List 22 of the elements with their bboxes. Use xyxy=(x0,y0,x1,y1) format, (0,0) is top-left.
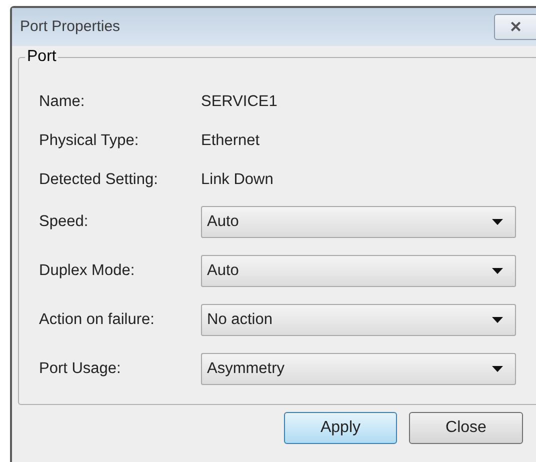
field-label: Physical Type: xyxy=(39,131,140,152)
field-label: Speed: xyxy=(39,212,90,232)
window-title: Port Properties xyxy=(20,16,120,37)
field-value: Ethernet xyxy=(201,131,260,152)
field-label: Action on failure: xyxy=(39,310,156,330)
dropdown-arrow-icon xyxy=(492,219,503,225)
dropdown-arrow-icon xyxy=(492,366,503,372)
dialog-button[interactable]: Apply xyxy=(284,412,397,444)
dropdown-arrow-icon xyxy=(492,268,503,274)
field-label: Port Usage: xyxy=(39,359,122,380)
close-button[interactable]: ✕ xyxy=(494,14,536,40)
field-label: Duplex Mode: xyxy=(39,261,136,282)
field-label: Detected Setting: xyxy=(39,170,159,190)
dialog-button[interactable]: Close xyxy=(409,412,523,444)
dropdown[interactable]: Auto xyxy=(201,206,516,238)
field-value: Link Down xyxy=(201,170,274,190)
field-label: Name: xyxy=(39,92,86,112)
dropdown[interactable]: No action xyxy=(201,304,516,336)
dropdown-arrow-icon xyxy=(492,317,503,323)
dropdown[interactable]: Auto xyxy=(201,255,516,287)
dropdown[interactable]: Asymmetry xyxy=(201,353,516,385)
field-value: SERVICE1 xyxy=(201,92,278,112)
